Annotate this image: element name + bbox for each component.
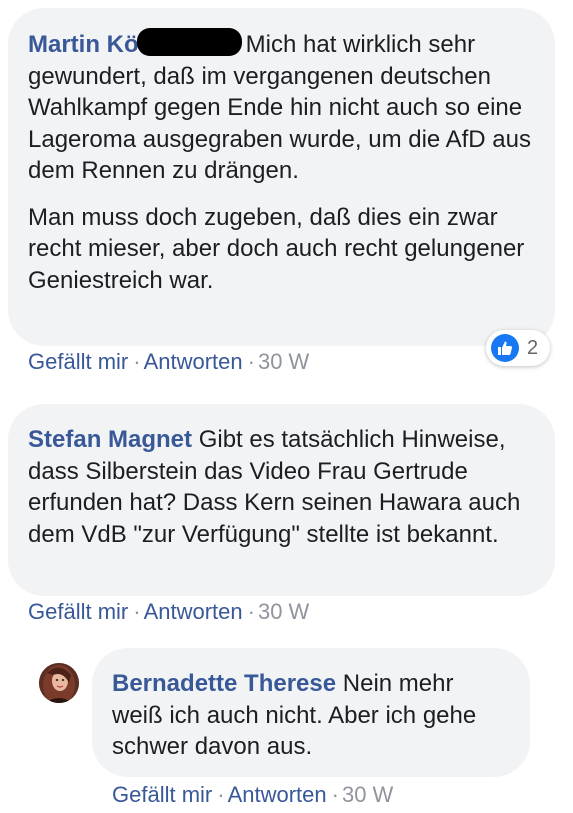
separator-dot: ·	[247, 599, 255, 624]
comment-actions-stefan: Gefällt mir · Antworten · 30 W	[28, 598, 309, 626]
separator-dot: ·	[133, 349, 141, 374]
reply-link[interactable]: Antworten	[144, 349, 243, 374]
comment-actions-martin: Gefällt mir · Antworten · 30 W	[28, 348, 309, 376]
timestamp[interactable]: 30 W	[342, 782, 393, 807]
comment-paragraph-2: Man muss doch zugeben, daß dies ein zwar…	[28, 203, 525, 294]
avatar-bernadette[interactable]	[39, 663, 79, 703]
reply-link[interactable]: Antworten	[144, 599, 243, 624]
redaction-bar	[136, 28, 242, 56]
separator-dot: ·	[247, 349, 255, 374]
comment-bubble-martin: Martin Kö Mich hat wirklich sehr gewunder…	[8, 8, 555, 346]
author-name-stefan[interactable]: Stefan Magnet	[28, 426, 192, 453]
reaction-count: 2	[527, 336, 539, 359]
comment-bubble-stefan: Stefan Magnet Gibt es tatsächlich Hinwei…	[8, 404, 555, 596]
reply-actions-bernadette: Gefällt mir · Antworten · 30 W	[112, 781, 393, 809]
like-icon	[491, 334, 519, 362]
comment-text: Martin Kö Mich hat wirklich sehr gewunder…	[28, 28, 535, 187]
separator-dot: ·	[217, 782, 225, 807]
author-name-bernadette[interactable]: Bernadette Therese	[112, 670, 336, 697]
timestamp[interactable]: 30 W	[258, 349, 309, 374]
like-link[interactable]: Gefällt mir	[28, 349, 128, 374]
timestamp[interactable]: 30 W	[258, 599, 309, 624]
reply-link[interactable]: Antworten	[228, 782, 327, 807]
comment-text: Stefan Magnet Gibt es tatsächlich Hinwei…	[28, 424, 529, 550]
like-link[interactable]: Gefällt mir	[112, 782, 212, 807]
author-name-martin[interactable]: Martin Kö	[28, 31, 139, 58]
separator-dot: ·	[331, 782, 339, 807]
separator-dot: ·	[133, 599, 141, 624]
like-link[interactable]: Gefällt mir	[28, 599, 128, 624]
reply-text: Bernadette Therese Nein mehr weiß ich au…	[112, 668, 510, 763]
reaction-summary[interactable]: 2	[486, 330, 550, 366]
reply-bubble-bernadette: Bernadette Therese Nein mehr weiß ich au…	[92, 648, 530, 777]
